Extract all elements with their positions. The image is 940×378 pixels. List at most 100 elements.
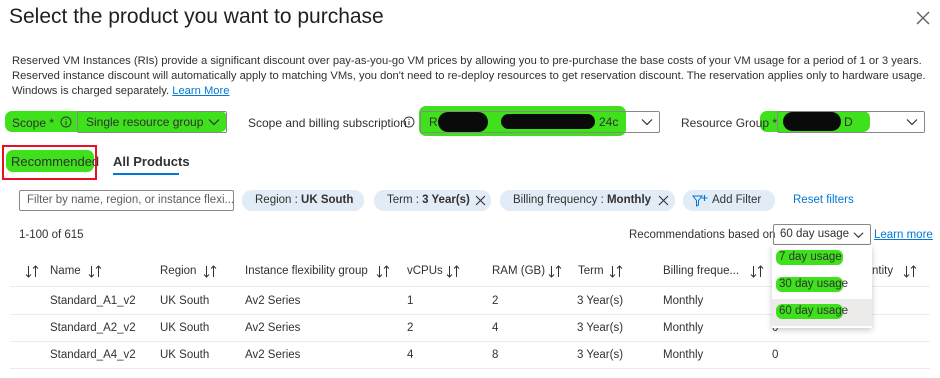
billing-filter-text: Billing frequency : Monthly bbox=[513, 194, 651, 206]
cell-ram: 8 bbox=[492, 349, 499, 361]
chevron-down-icon bbox=[641, 119, 653, 126]
column-header-term[interactable]: Term bbox=[578, 265, 604, 277]
menu-item-30-day-usage[interactable]: 30 day usage bbox=[772, 272, 872, 299]
cell-name: Standard_A1_v2 bbox=[50, 295, 136, 307]
sort-icon[interactable] bbox=[376, 265, 390, 278]
info-icon[interactable] bbox=[60, 116, 72, 128]
menu-item-label: 7 day usage bbox=[779, 251, 842, 263]
description: Reserved VM Instances (RIs) provide a si… bbox=[12, 54, 932, 99]
description-line-1: Reserved VM Instances (RIs) provide a si… bbox=[12, 55, 922, 67]
add-filter-button[interactable]: Add Filter bbox=[683, 190, 775, 211]
remove-filter-icon[interactable] bbox=[658, 195, 669, 206]
tab-all-products[interactable]: All Products bbox=[113, 154, 190, 169]
redaction-mark bbox=[501, 114, 595, 129]
cell-region: UK South bbox=[160, 349, 210, 361]
billing-frequency-filter-pill[interactable]: Billing frequency : Monthly bbox=[500, 190, 675, 211]
menu-item-label: 30 day usage bbox=[779, 278, 849, 290]
sort-icon[interactable] bbox=[25, 265, 39, 278]
result-count: 1-100 of 615 bbox=[19, 229, 84, 241]
chevron-down-icon bbox=[208, 119, 220, 126]
subscription-value-end: 24c bbox=[599, 115, 619, 129]
learn-more-link[interactable]: Learn More bbox=[172, 85, 229, 97]
description-line-3-text: Windows is charged separately. bbox=[12, 85, 170, 97]
cell-quantity: 0 bbox=[772, 349, 779, 361]
menu-item-7-day-usage[interactable]: 7 day usage bbox=[772, 245, 872, 272]
scope-label: Scope * bbox=[12, 116, 55, 130]
cell-billing-frequency: Monthly bbox=[663, 349, 704, 361]
cell-term: 3 Year(s) bbox=[577, 349, 624, 361]
cell-vcpus: 2 bbox=[407, 322, 414, 334]
sort-icon[interactable] bbox=[750, 265, 764, 278]
cell-name: Standard_A2_v2 bbox=[50, 322, 136, 334]
usage-period-dropdown[interactable]: 60 day usage bbox=[773, 224, 871, 245]
column-header-ram[interactable]: RAM (GB) bbox=[492, 265, 545, 277]
menu-item-60-day-usage[interactable]: 60 day usage bbox=[772, 299, 872, 326]
add-filter-label: Add Filter bbox=[712, 194, 762, 206]
filter-input[interactable]: Filter by name, region, or instance flex… bbox=[19, 190, 234, 211]
resource-group-value-end: D bbox=[844, 115, 853, 129]
cell-ram: 4 bbox=[492, 322, 499, 334]
column-header-quantity[interactable]: ntity bbox=[872, 265, 893, 277]
tab-all-products-underline bbox=[113, 173, 179, 175]
cell-billing-frequency: Monthly bbox=[663, 322, 704, 334]
redaction-mark bbox=[783, 112, 841, 131]
column-header-instance-flexibility-group[interactable]: Instance flexibility group bbox=[245, 265, 368, 277]
column-header-name[interactable]: Name bbox=[50, 265, 81, 277]
sort-icon[interactable] bbox=[609, 265, 623, 278]
menu-item-label: 60 day usage bbox=[779, 305, 849, 317]
sort-icon[interactable] bbox=[203, 265, 217, 278]
table-row[interactable]: Standard_A4_v2 UK South Av2 Series 4 8 3… bbox=[10, 342, 930, 369]
remove-filter-icon[interactable] bbox=[475, 195, 486, 206]
chevron-down-icon bbox=[853, 232, 864, 239]
subscription-value-start: R bbox=[429, 115, 438, 129]
filter-placeholder: Filter by name, region, or instance flex… bbox=[27, 194, 235, 206]
resource-group-label: Resource Group * bbox=[681, 116, 778, 130]
description-line-2: Reserved instance discount will automati… bbox=[12, 70, 926, 82]
close-icon[interactable] bbox=[914, 9, 932, 27]
info-icon[interactable] bbox=[403, 116, 415, 128]
billing-filter-key: Billing frequency : bbox=[513, 194, 607, 206]
region-filter-pill[interactable]: Region : UK South bbox=[242, 190, 364, 211]
cell-billing-frequency: Monthly bbox=[663, 295, 704, 307]
sort-icon[interactable] bbox=[88, 265, 102, 278]
scope-value: Single resource group bbox=[86, 115, 204, 129]
cell-flexibility-group: Av2 Series bbox=[245, 295, 301, 307]
sort-icon[interactable] bbox=[903, 265, 917, 278]
region-filter-text: Region : UK South bbox=[255, 194, 353, 206]
description-line-3: Windows is charged separately. Learn Mor… bbox=[12, 84, 932, 99]
recommendations-label: Recommendations based on bbox=[629, 229, 776, 241]
term-filter-value: 3 Year(s) bbox=[422, 194, 470, 206]
column-header-vcpus[interactable]: vCPUs bbox=[407, 265, 443, 277]
region-filter-value: UK South bbox=[301, 194, 354, 206]
cell-term: 3 Year(s) bbox=[577, 322, 624, 334]
column-header-billing-frequency[interactable]: Billing freque... bbox=[663, 265, 739, 277]
subscription-label: Scope and billing subscription bbox=[248, 116, 407, 130]
add-filter-icon bbox=[692, 195, 708, 207]
cell-region: UK South bbox=[160, 295, 210, 307]
reset-filters-link[interactable]: Reset filters bbox=[793, 194, 854, 206]
page-title: Select the product you want to purchase bbox=[9, 5, 384, 28]
cell-flexibility-group: Av2 Series bbox=[245, 322, 301, 334]
learn-more-link[interactable]: Learn more bbox=[874, 229, 933, 241]
term-filter-key: Term : bbox=[387, 194, 423, 206]
sort-icon[interactable] bbox=[548, 265, 562, 278]
term-filter-pill[interactable]: Term : 3 Year(s) bbox=[374, 190, 491, 211]
chevron-down-icon bbox=[906, 119, 918, 126]
cell-term: 3 Year(s) bbox=[577, 295, 624, 307]
usage-period-menu: 7 day usage 30 day usage 60 day usage bbox=[772, 245, 872, 328]
cell-name: Standard_A4_v2 bbox=[50, 349, 136, 361]
column-header-region[interactable]: Region bbox=[160, 265, 196, 277]
billing-filter-value: Monthly bbox=[606, 194, 652, 206]
cell-vcpus: 4 bbox=[407, 349, 414, 361]
cell-ram: 2 bbox=[492, 295, 499, 307]
cell-region: UK South bbox=[160, 322, 210, 334]
scope-dropdown[interactable]: Single resource group bbox=[77, 111, 227, 133]
usage-period-value: 60 day usage bbox=[780, 228, 850, 240]
annotation-box bbox=[2, 145, 97, 180]
redaction-mark bbox=[438, 112, 488, 132]
sort-icon[interactable] bbox=[446, 265, 460, 278]
cell-flexibility-group: Av2 Series bbox=[245, 349, 301, 361]
region-filter-key: Region : bbox=[255, 194, 302, 206]
cell-vcpus: 1 bbox=[407, 295, 414, 307]
term-filter-text: Term : 3 Year(s) bbox=[387, 194, 470, 206]
